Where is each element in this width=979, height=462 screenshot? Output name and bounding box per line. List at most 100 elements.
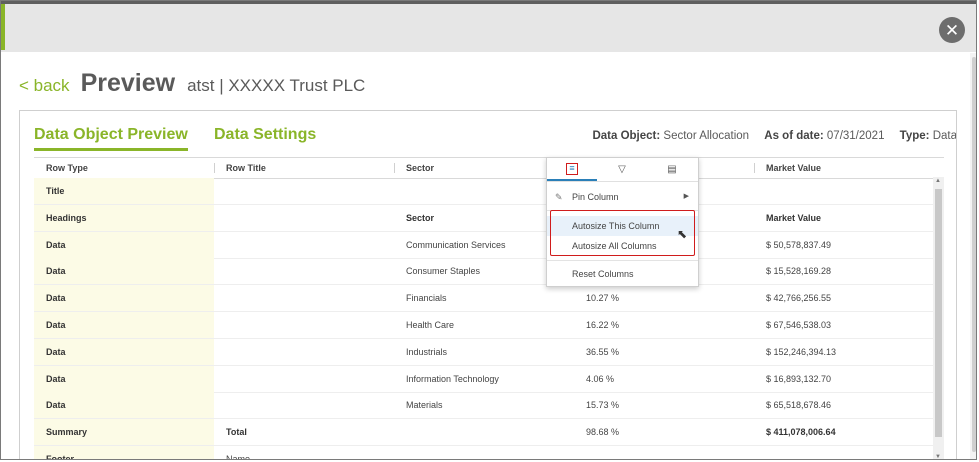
cell-row-title: Total	[226, 427, 247, 438]
cell-row-type: Data	[46, 320, 66, 330]
data-object-value: Sector Allocation	[663, 130, 750, 142]
tab-data-settings[interactable]: Data Settings	[214, 126, 316, 148]
preview-panel: Data Object Preview Data Settings Data O…	[19, 110, 957, 460]
cell-row-type: Data	[46, 346, 66, 357]
cell-row-type: Footer	[46, 454, 74, 460]
cell-row-type: Data	[46, 293, 66, 304]
cell-row-title: Name	[226, 454, 251, 460]
meta-info: Data Object: Sector Allocation As of dat…	[592, 130, 957, 142]
tab-data-object-preview[interactable]: Data Object Preview	[34, 126, 188, 151]
cell-row-type: Title	[46, 186, 65, 196]
cell-market-value: $ 15,528,169.28	[766, 266, 832, 277]
cell-sector	[394, 446, 574, 459]
table-row[interactable]: Data Consumer Staples $ 15,528,169.28	[34, 258, 944, 286]
page-subtitle: atst | XXXXX Trust PLC	[187, 76, 366, 95]
grid-scrollbar-thumb[interactable]	[935, 189, 942, 437]
close-icon: ✕	[944, 20, 960, 40]
window-scrollbar-thumb[interactable]	[972, 57, 976, 452]
pointer-cursor-icon: ⬉	[677, 227, 688, 241]
column-menu-tab-general[interactable]: ≡	[547, 158, 597, 181]
menu-item-reset-columns[interactable]: Reset Columns	[547, 264, 698, 284]
cell-row-title	[214, 392, 394, 418]
table-row[interactable]: Summary Total 98.68 % $ 411,078,006.64	[34, 419, 944, 447]
cell-row-title	[214, 339, 394, 365]
column-menu-tab-filter[interactable]: ▽	[597, 158, 647, 181]
cell-market-value: $ 16,893,132.70	[766, 373, 832, 384]
menu-icon: ≡	[566, 162, 578, 175]
filter-icon: ▽	[618, 164, 626, 175]
table-row[interactable]: Data Financials 10.27 % $ 42,766,256.55	[34, 285, 944, 313]
column-header-row-title[interactable]: Row Title	[214, 158, 394, 178]
cell-weight: 15.73 %	[586, 400, 620, 411]
scroll-up-icon[interactable]: ▲	[935, 178, 941, 184]
table-row[interactable]: Headings Sector Market Value	[34, 204, 944, 232]
type-value: Data	[932, 130, 957, 142]
close-button[interactable]: ✕	[939, 17, 965, 43]
cell-row-title	[214, 178, 394, 204]
scroll-down-icon[interactable]: ▼	[935, 454, 941, 459]
data-grid: Row Type Row Title Sector Market Value T…	[34, 157, 944, 460]
cell-market-value: $ 42,766,256.55	[766, 293, 832, 304]
type-label: Type:	[899, 130, 930, 142]
cell-market-value: Market Value	[766, 212, 822, 223]
cell-row-type: Summary	[46, 427, 88, 438]
window-scrollbar[interactable]	[970, 53, 976, 459]
cell-market-value: $ 65,518,678.46	[766, 400, 832, 411]
cell-market-value: $ 50,578,837.49	[766, 239, 832, 250]
back-link[interactable]: < back	[19, 76, 70, 96]
cell-sector: Industrials	[406, 346, 448, 357]
cell-weight: 4.06 %	[586, 373, 615, 384]
column-menu-tabs: ≡ ▽ ▤	[547, 158, 698, 182]
cell-row-type: Data	[46, 239, 66, 250]
grid-scrollbar[interactable]: ▲ ▼	[933, 177, 944, 459]
cell-weight: 10.27 %	[586, 293, 620, 304]
title-bar	[1, 1, 976, 52]
cell-sector: Information Technology	[406, 373, 499, 384]
cell-row-title	[214, 205, 394, 231]
menu-item-label: Pin Column	[572, 192, 619, 202]
cell-row-type: Data	[46, 266, 66, 277]
table-row[interactable]: Data Health Care 16.22 % $ 67,546,538.03	[34, 312, 944, 339]
column-header-row-type[interactable]: Row Type	[34, 158, 214, 178]
as-of-date-value: 07/31/2021	[826, 130, 885, 142]
cell-row-title	[214, 366, 394, 392]
cell-market-value: $ 67,546,538.03	[766, 320, 832, 330]
preview-window: ✕ < back Preview atst | XXXXX Trust PLC …	[0, 0, 977, 460]
cell-weight	[574, 446, 754, 459]
menu-item-pin-column[interactable]: ✎ Pin Column ▶	[547, 187, 698, 207]
cell-row-type: Data	[46, 373, 66, 384]
cell-weight: 36.55 %	[586, 346, 620, 357]
column-header-market-value[interactable]: Market Value	[754, 158, 934, 178]
cell-market-value: $ 411,078,006.64	[766, 427, 836, 438]
table-row[interactable]: Title	[34, 178, 944, 205]
annotation-highlight	[550, 210, 695, 256]
cell-market-value	[754, 178, 934, 204]
cell-row-type: Data	[46, 400, 66, 411]
cell-row-title	[214, 232, 394, 258]
cell-sector	[394, 419, 574, 445]
column-menu-tab-columns[interactable]: ▤	[647, 158, 697, 181]
table-row[interactable]: Data Information Technology 4.06 % $ 16,893…	[34, 365, 944, 393]
data-object-label: Data Object:	[592, 130, 661, 142]
table-row[interactable]: Data Materials 15.73 % $ 65,518,678.46	[34, 392, 944, 420]
cell-row-title	[214, 312, 394, 338]
as-of-date-label: As of date:	[764, 130, 824, 142]
page-header: < back Preview atst | XXXXX Trust PLC	[19, 69, 365, 99]
table-row[interactable]: Footer Name	[34, 446, 944, 460]
cell-row-type: Headings	[46, 212, 87, 223]
chevron-right-icon: ▶	[683, 193, 689, 200]
page-title: Preview	[80, 69, 176, 97]
cell-sector: Materials	[406, 400, 443, 411]
accent-bar	[1, 4, 5, 50]
cell-market-value: $ 152,246,394.13	[766, 346, 837, 357]
cell-sector: Financials	[406, 293, 447, 304]
cell-sector: Health Care	[406, 320, 455, 330]
cell-row-title	[214, 285, 394, 311]
pin-icon: ✎	[555, 192, 563, 202]
table-row[interactable]: Data Industrials 36.55 % $ 152,246,394.13	[34, 338, 944, 366]
columns-icon: ▤	[667, 164, 677, 175]
table-row[interactable]: Data Communication Services $ 50,578,837.4…	[34, 231, 944, 259]
cell-weight: 98.68 %	[586, 427, 620, 438]
cell-weight: 16.22 %	[586, 320, 620, 330]
cell-market-value	[754, 446, 934, 459]
